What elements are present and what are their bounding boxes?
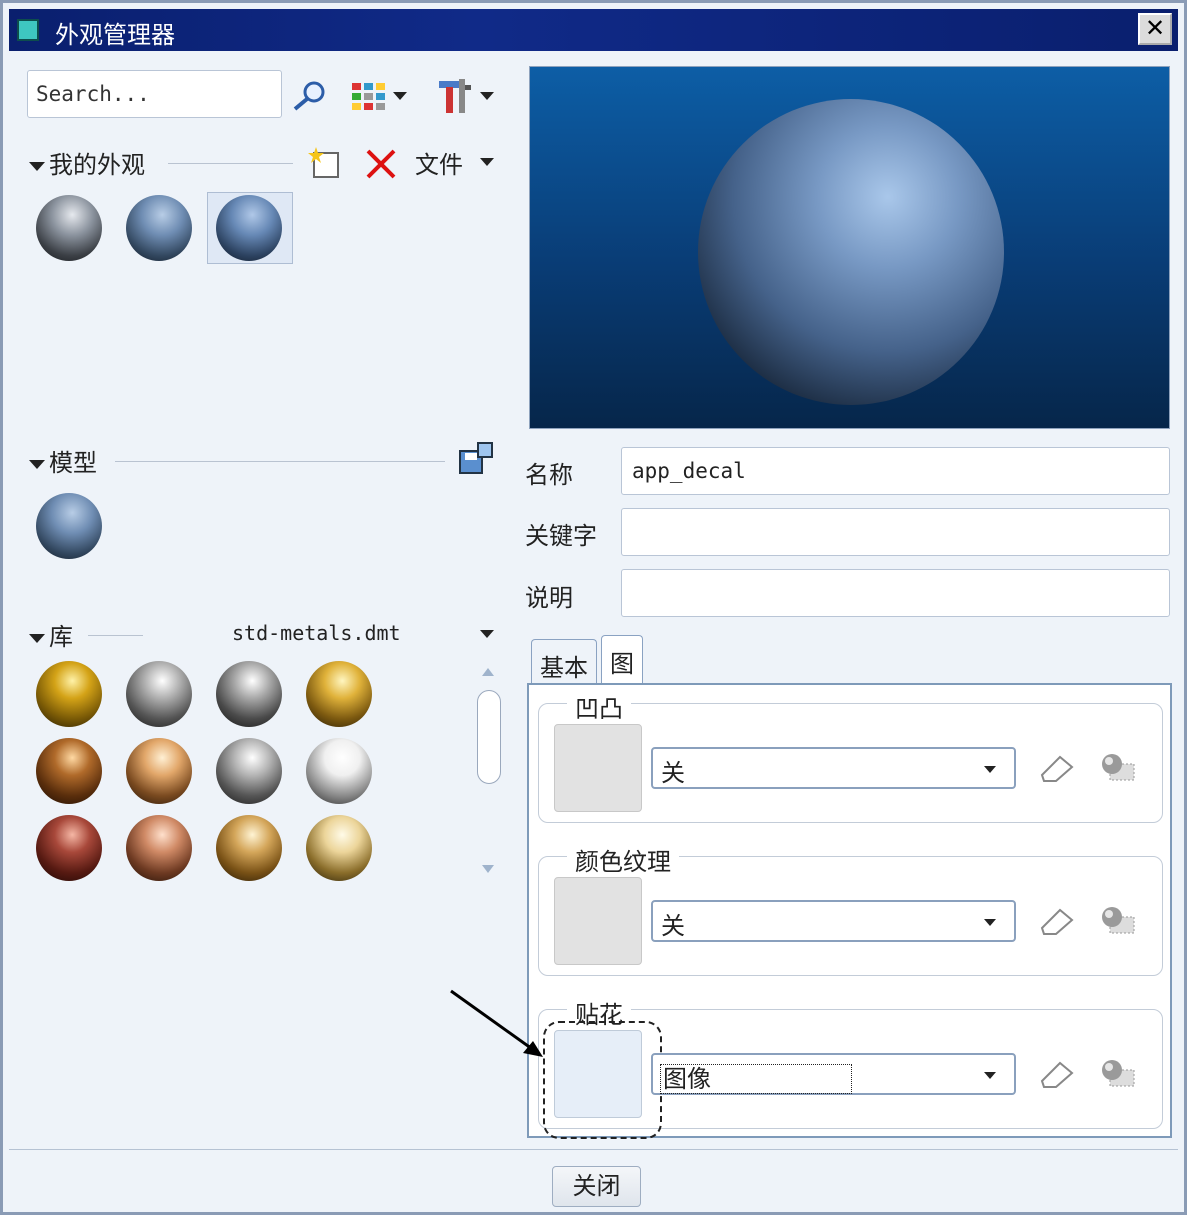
description-field[interactable] [621, 569, 1170, 617]
bump-swatch[interactable] [554, 724, 642, 812]
search-icon[interactable] [290, 79, 330, 111]
decal-select-value: 图像 [660, 1064, 852, 1094]
appearance-swatch[interactable] [126, 195, 192, 261]
tools-icon[interactable] [437, 77, 477, 115]
library-swatch-copper[interactable] [126, 815, 192, 881]
decal-swatch-focus-outline [543, 1021, 662, 1139]
file-menu[interactable]: 文件 [415, 145, 463, 180]
view-options-icon[interactable] [351, 81, 389, 111]
appearance-swatch[interactable] [36, 195, 102, 261]
view-options-dropdown-icon[interactable] [393, 92, 407, 100]
library-dropdown-icon[interactable] [480, 630, 494, 638]
sphere-preview-icon[interactable] [1100, 905, 1136, 935]
library-file-name: std-metals.dmt [232, 621, 401, 645]
library-swatch-copper-light[interactable] [126, 738, 192, 804]
eraser-icon[interactable] [1038, 1059, 1076, 1089]
chevron-down-icon [984, 766, 996, 773]
color-texture-select[interactable]: 关 [651, 900, 1016, 942]
chevron-down-icon [984, 919, 996, 926]
library-swatch-steel[interactable] [216, 661, 282, 727]
library-swatch-pale-gold[interactable] [306, 815, 372, 881]
my-appearances-label: 我的外观 [49, 151, 145, 179]
library-swatch-silver[interactable] [216, 738, 282, 804]
app-icon [17, 19, 39, 41]
footer-divider [9, 1149, 1178, 1150]
model-label: 模型 [49, 449, 97, 477]
search-input[interactable]: Search... [27, 70, 282, 118]
name-label: 名称 [525, 461, 573, 489]
color-texture-swatch[interactable] [554, 877, 642, 965]
scroll-thumb[interactable] [477, 690, 501, 784]
close-button[interactable]: 关闭 [552, 1166, 641, 1207]
file-menu-label: 文件 [415, 151, 463, 179]
my-appearances-header[interactable]: 我的外观 [29, 145, 145, 180]
keyword-label: 关键字 [525, 522, 597, 550]
library-swatch-white-metal[interactable] [306, 738, 372, 804]
scroll-up-icon[interactable] [482, 668, 494, 676]
divider [115, 461, 445, 462]
color-texture-label: 颜色纹理 [567, 842, 679, 877]
model-header[interactable]: 模型 [29, 443, 97, 478]
delete-icon[interactable] [365, 148, 397, 180]
eraser-icon[interactable] [1038, 753, 1076, 783]
color-texture-select-value: 关 [661, 912, 685, 940]
sphere-preview-icon[interactable] [1100, 752, 1136, 782]
library-swatch-gold-light[interactable] [216, 815, 282, 881]
name-field[interactable]: app_decal [621, 447, 1170, 495]
model-appearance-swatch[interactable] [36, 493, 102, 559]
library-swatch-bronze[interactable] [36, 738, 102, 804]
bump-label: 凹凸 [567, 689, 631, 724]
library-swatch-red-copper[interactable] [36, 815, 102, 881]
scroll-down-icon[interactable] [482, 865, 494, 873]
chevron-down-icon [984, 1072, 996, 1079]
decal-select[interactable]: 图像 [651, 1053, 1016, 1095]
save-model-appearance-icon[interactable] [458, 441, 494, 477]
appearance-swatch-selected[interactable] [216, 195, 282, 261]
window-close-button[interactable]: ✕ [1138, 13, 1172, 45]
tab-basic[interactable]: 基本 [531, 639, 597, 685]
library-swatch-brass[interactable] [306, 661, 372, 727]
library-swatch-chrome[interactable] [126, 661, 192, 727]
collapse-arrow-icon [29, 459, 45, 469]
appearance-preview [529, 66, 1170, 429]
window-title: 外观管理器 [55, 21, 175, 49]
bump-select[interactable]: 关 [651, 747, 1016, 789]
tab-map[interactable]: 图 [601, 635, 643, 685]
tools-dropdown-icon[interactable] [480, 92, 494, 100]
eraser-icon[interactable] [1038, 906, 1076, 936]
library-header[interactable]: 库 [29, 617, 73, 652]
sphere-preview-icon[interactable] [1100, 1058, 1136, 1088]
collapse-arrow-icon [29, 633, 45, 643]
annotation-arrow [450, 989, 543, 1057]
divider [88, 635, 143, 636]
library-swatch-gold[interactable] [36, 661, 102, 727]
library-label: 库 [49, 623, 73, 651]
preview-sphere [698, 99, 1004, 405]
title-bar: 外观管理器 ✕ [9, 9, 1178, 51]
description-label: 说明 [525, 584, 573, 612]
new-appearance-icon[interactable] [308, 145, 342, 179]
appearance-manager-window: 外观管理器 ✕ Search... 我的外观 文件 模型 库 std-metal… [0, 0, 1187, 1215]
file-menu-dropdown-icon[interactable] [480, 158, 494, 166]
library-scrollbar[interactable] [471, 658, 503, 883]
bump-select-value: 关 [661, 759, 685, 787]
collapse-arrow-icon [29, 161, 45, 171]
keyword-field[interactable] [621, 508, 1170, 556]
divider [168, 163, 293, 164]
